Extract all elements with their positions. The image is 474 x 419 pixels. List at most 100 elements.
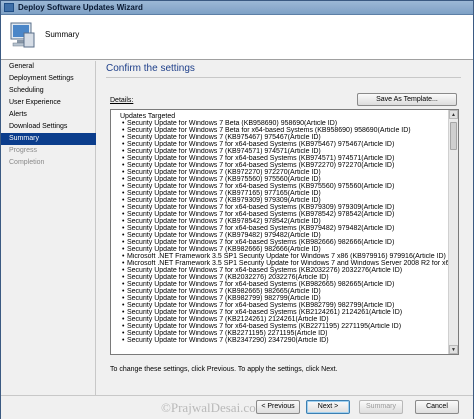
scroll-up-icon[interactable]: ▲ bbox=[449, 110, 458, 119]
save-as-template-button[interactable]: Save As Template... bbox=[357, 93, 457, 106]
nav-item-summary[interactable]: Summary bbox=[1, 133, 96, 145]
bullet-icon: • bbox=[122, 211, 125, 218]
list-item: • Security Update for Windows 7 (KB974571… bbox=[113, 148, 448, 155]
list-item: • Security Update for Windows 7 for x64-b… bbox=[113, 141, 448, 148]
list-item: • Security Update for Windows 7 for x64-b… bbox=[113, 204, 448, 211]
bullet-icon: • bbox=[122, 155, 125, 162]
bullet-icon: • bbox=[122, 246, 125, 253]
list-item-text: Microsoft .NET Framework 3.5 SP1 Securit… bbox=[127, 253, 446, 260]
list-item-text: Security Update for Windows 7 (KB979482)… bbox=[127, 232, 321, 239]
list-item-text: Security Update for Windows 7 for x64-ba… bbox=[127, 239, 395, 246]
list-item-text: Security Update for Windows 7 (KB982665)… bbox=[127, 288, 321, 295]
watermark: ©PrajwalDesai.com bbox=[161, 400, 266, 415]
bullet-icon: • bbox=[122, 218, 125, 225]
list-item-text: Security Update for Windows 7 for x64-ba… bbox=[127, 141, 395, 148]
bullet-icon: • bbox=[122, 295, 125, 302]
list-item-text: Security Update for Windows 7 for x64-ba… bbox=[127, 204, 395, 211]
title-divider bbox=[106, 77, 461, 78]
list-item-text: Security Update for Windows 7 (KB972270)… bbox=[127, 169, 321, 176]
list-item-text: Security Update for Windows 7 Beta (KB95… bbox=[127, 120, 338, 127]
bullet-icon: • bbox=[122, 288, 125, 295]
scroll-thumb[interactable] bbox=[450, 122, 457, 150]
summary-button: Summary bbox=[359, 400, 403, 414]
list-item: • Security Update for Windows 7 (KB979482… bbox=[113, 232, 448, 239]
list-item: • Security Update for Windows 7 for x64-b… bbox=[113, 183, 448, 190]
list-item: • Security Update for Windows 7 (KB982665… bbox=[113, 288, 448, 295]
bullet-icon: • bbox=[122, 183, 125, 190]
bullet-icon: • bbox=[122, 239, 125, 246]
list-item: • Security Update for Windows 7 for x64-b… bbox=[113, 162, 448, 169]
wizard-nav: General Deployment Settings Scheduling U… bbox=[1, 61, 96, 395]
list-item-text: Security Update for Windows 7 for x64-ba… bbox=[127, 267, 403, 274]
list-item: • Security Update for Windows 7 for x64-b… bbox=[113, 225, 448, 232]
bullet-icon: • bbox=[122, 274, 125, 281]
list-item: • Security Update for Windows 7 (KB979309… bbox=[113, 197, 448, 204]
wizard-app-icon bbox=[4, 3, 14, 12]
list-item: • Security Update for Windows 7 (KB227119… bbox=[113, 330, 448, 337]
nav-item-download-settings[interactable]: Download Settings bbox=[1, 121, 96, 133]
list-item: • Security Update for Windows 7 (KB972270… bbox=[113, 169, 448, 176]
bullet-icon: • bbox=[122, 120, 125, 127]
nav-item-deployment-settings[interactable]: Deployment Settings bbox=[1, 73, 96, 85]
list-item-text: Security Update for Windows 7 (KB2347290… bbox=[127, 337, 329, 344]
vertical-scrollbar[interactable]: ▲ ▼ bbox=[448, 110, 458, 354]
bullet-icon: • bbox=[122, 176, 125, 183]
bullet-icon: • bbox=[122, 169, 125, 176]
header-title: Summary bbox=[45, 30, 80, 39]
list-item: • Security Update for Windows 7 (KB975560… bbox=[113, 176, 448, 183]
list-header: Updates Targeted bbox=[120, 113, 176, 120]
list-item-text: Security Update for Windows 7 (KB2032276… bbox=[127, 274, 329, 281]
bullet-icon: • bbox=[122, 267, 125, 274]
list-item-text: Security Update for Windows 7 (KB2124261… bbox=[127, 316, 329, 323]
list-item-text: Security Update for Windows 7 (KB974571)… bbox=[127, 148, 321, 155]
list-item: • Microsoft .NET Framework 3.5 SP1 Securi… bbox=[113, 253, 448, 260]
list-item-text: Security Update for Windows 7 (KB977165)… bbox=[127, 190, 321, 197]
cancel-button[interactable]: Cancel bbox=[415, 400, 459, 414]
nav-item-completion: Completion bbox=[9, 159, 45, 166]
list-item: • Security Update for Windows 7 for x64-b… bbox=[113, 267, 448, 274]
details-label: Details: bbox=[110, 97, 134, 104]
list-item-text: Security Update for Windows 7 (KB978542)… bbox=[127, 218, 321, 225]
list-item: • Security Update for Windows 7 for x64-b… bbox=[113, 302, 448, 309]
next-button[interactable]: Next > bbox=[306, 400, 350, 414]
bullet-icon: • bbox=[122, 330, 125, 337]
bullet-icon: • bbox=[122, 316, 125, 323]
bullet-icon: • bbox=[122, 141, 125, 148]
bullet-icon: • bbox=[122, 253, 125, 260]
list-item: • Security Update for Windows 7 for x64-b… bbox=[113, 155, 448, 162]
list-item: • Security Update for Windows 7 for x64-b… bbox=[113, 323, 448, 330]
list-item-text: Security Update for Windows 7 for x64-ba… bbox=[127, 162, 395, 169]
nav-item-general[interactable]: General bbox=[1, 61, 96, 73]
bullet-icon: • bbox=[122, 309, 125, 316]
instructions-text: To change these settings, click Previous… bbox=[110, 366, 338, 373]
wizard-header: Summary bbox=[1, 15, 473, 60]
bullet-icon: • bbox=[122, 148, 125, 155]
wizard-window: Deploy Software Updates Wizard Summary G… bbox=[0, 0, 474, 419]
list-item-text: Security Update for Windows 7 (KB975560)… bbox=[127, 176, 321, 183]
previous-button[interactable]: < Previous bbox=[256, 400, 300, 414]
list-item-text: Security Update for Windows 7 (KB975467)… bbox=[127, 134, 321, 141]
list-item: • Security Update for Windows 7 (KB203227… bbox=[113, 274, 448, 281]
list-item: • Security Update for Windows 7 for x64-b… bbox=[113, 239, 448, 246]
bullet-icon: • bbox=[122, 162, 125, 169]
nav-item-progress: Progress bbox=[9, 147, 38, 154]
bullet-icon: • bbox=[122, 337, 125, 344]
list-item: • Security Update for Windows 7 Beta (KB9… bbox=[113, 120, 448, 127]
page-title: Confirm the settings bbox=[106, 63, 195, 74]
bullet-icon: • bbox=[122, 190, 125, 197]
computer-wizard-icon bbox=[10, 22, 35, 48]
list-item-text: Security Update for Windows 7 for x64-ba… bbox=[127, 225, 395, 232]
nav-item-user-experience[interactable]: User Experience bbox=[1, 97, 96, 109]
nav-item-alerts[interactable]: Alerts bbox=[1, 109, 96, 121]
title-bar[interactable]: Deploy Software Updates Wizard bbox=[1, 1, 473, 15]
bullet-icon: • bbox=[122, 323, 125, 330]
list-item-text: Security Update for Windows 7 for x64-ba… bbox=[127, 309, 403, 316]
list-item-text: Security Update for Windows 7 for x64-ba… bbox=[127, 183, 395, 190]
list-item: • Microsoft .NET Framework 3.5 SP1 Securi… bbox=[113, 260, 448, 267]
details-list: Updates Targeted • Security Update for Wi… bbox=[113, 113, 448, 344]
list-item: • Security Update for Windows 7 for x64-b… bbox=[113, 281, 448, 288]
nav-item-scheduling[interactable]: Scheduling bbox=[1, 85, 96, 97]
bullet-icon: • bbox=[122, 225, 125, 232]
scroll-down-icon[interactable]: ▼ bbox=[449, 345, 458, 354]
details-listbox[interactable]: Updates Targeted • Security Update for Wi… bbox=[110, 109, 459, 355]
